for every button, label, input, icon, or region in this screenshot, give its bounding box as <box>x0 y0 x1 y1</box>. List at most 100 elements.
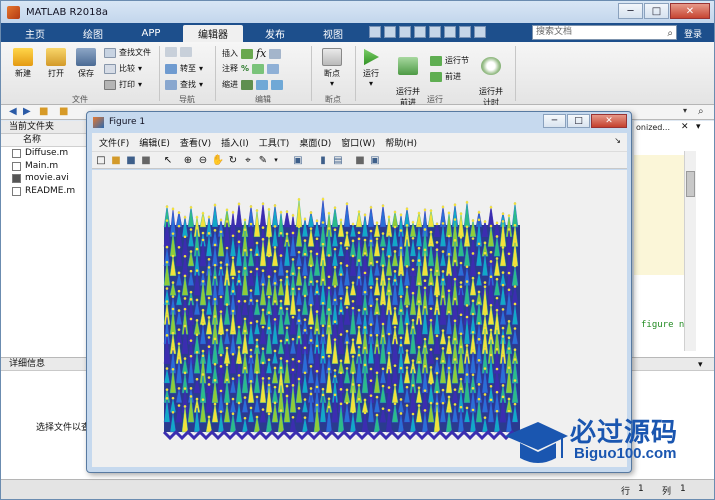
editor-tab-label[interactable]: onized... <box>636 123 670 132</box>
comment-percent-icon[interactable]: % <box>241 64 249 73</box>
comment-uncomment-icon[interactable] <box>267 63 280 74</box>
run-dropdown-icon[interactable]: ▾ <box>359 79 383 88</box>
run-button[interactable]: 运行 ▾ <box>359 46 383 88</box>
goto-button[interactable]: 转至 ▾ <box>165 63 203 74</box>
figure-close-button[interactable]: ✕ <box>591 114 627 128</box>
indent-button[interactable]: 缩进 <box>222 79 283 90</box>
scrollbar-thumb[interactable] <box>686 171 695 197</box>
save-quick-icon[interactable] <box>369 26 381 38</box>
comment-wrap-icon[interactable] <box>252 63 265 74</box>
save-figure-icon[interactable]: ■ <box>125 154 137 166</box>
insert-legend-icon[interactable]: ▤ <box>332 154 344 166</box>
run-section-button[interactable]: 运行节 <box>430 55 469 66</box>
close-editor-icon[interactable]: ✕ <box>681 122 689 132</box>
tab-view[interactable]: 视图 <box>307 25 359 42</box>
nav-back-arrows[interactable] <box>165 47 192 57</box>
open-file-icon[interactable]: ■ <box>110 154 122 166</box>
print-figure-icon[interactable]: ■ <box>140 154 152 166</box>
search-path-icon[interactable]: ⌕ <box>698 106 704 117</box>
breakpoints-button[interactable]: 断点 ▾ <box>317 46 347 88</box>
menu-view[interactable]: 查看(V) <box>180 136 211 149</box>
advance-button[interactable]: 前进 <box>430 71 461 82</box>
menu-desktop[interactable]: 桌面(D) <box>299 136 331 149</box>
maximize-button[interactable]: □ <box>644 3 669 19</box>
back-arrow-icon[interactable]: ◀ <box>9 106 17 117</box>
figure-maximize-button[interactable]: □ <box>567 114 590 128</box>
print-button[interactable]: 打印 ▾ <box>104 79 142 90</box>
compare-dropdown-icon[interactable]: ▾ <box>138 64 142 73</box>
rotate-3d-icon[interactable]: ↻ <box>227 154 239 166</box>
file-item[interactable]: Diffuse.m <box>1 147 88 160</box>
search-docs-input[interactable]: 搜索文档 ⌕ <box>532 25 677 40</box>
code-line[interactable]: figure n <box>641 320 684 330</box>
menu-edit[interactable]: 编辑(E) <box>139 136 170 149</box>
find-button[interactable]: 查找 ▾ <box>165 79 203 90</box>
compare-button[interactable]: 比较 ▾ <box>104 63 142 74</box>
new-figure-icon[interactable]: □ <box>95 154 107 166</box>
tab-home[interactable]: 主页 <box>9 25 61 42</box>
breakpoints-dropdown-icon[interactable]: ▾ <box>317 79 347 88</box>
menu-file[interactable]: 文件(F) <box>99 136 129 149</box>
dock-figure-icon[interactable]: ↘ <box>614 136 621 145</box>
pan-icon[interactable]: ✋ <box>212 154 224 166</box>
find-files-button[interactable]: 查找文件 <box>104 47 151 58</box>
minimize-button[interactable]: ─ <box>618 3 643 19</box>
tab-apps[interactable]: APP <box>125 25 177 42</box>
goto-dropdown-icon[interactable]: ▾ <box>199 64 203 73</box>
browse-folder-icon[interactable]: ■ <box>59 106 68 117</box>
name-column-header[interactable]: 名称 <box>1 134 88 147</box>
surface-peak-tip <box>513 302 517 306</box>
brush-dropdown-icon[interactable]: ▾ <box>270 154 282 166</box>
menu-window[interactable]: 窗口(W) <box>341 136 375 149</box>
menu-help[interactable]: 帮助(H) <box>385 136 417 149</box>
tab-plots[interactable]: 绘图 <box>67 25 119 42</box>
file-item[interactable]: README.m <box>1 185 88 198</box>
new-button[interactable]: 新建 <box>7 46 39 79</box>
indent-increase-icon[interactable] <box>256 79 268 90</box>
data-cursor-icon[interactable]: ⌖ <box>242 154 254 166</box>
go-back-icon <box>165 47 177 57</box>
save-button[interactable]: 保存 <box>71 46 101 79</box>
tab-publish[interactable]: 发布 <box>249 25 301 42</box>
figure-minimize-button[interactable]: ─ <box>543 114 566 128</box>
paste-quick-icon[interactable] <box>414 26 426 38</box>
find-dropdown-icon[interactable]: ▾ <box>199 80 203 89</box>
brush-icon[interactable]: ✎ <box>257 154 269 166</box>
insert-misc-icon[interactable] <box>269 48 282 59</box>
comment-button[interactable]: 注释 % <box>222 63 280 74</box>
insert-button[interactable]: 插入 fx <box>222 47 282 60</box>
hide-plot-tools-icon[interactable]: ■ <box>354 154 366 166</box>
print-dropdown-icon[interactable]: ▾ <box>138 80 142 89</box>
cut-quick-icon[interactable] <box>384 26 396 38</box>
details-options-icon[interactable]: ▾ <box>698 360 703 370</box>
zoom-out-icon[interactable]: ⊖ <box>197 154 209 166</box>
function-fx-icon[interactable]: fx <box>256 47 266 60</box>
login-link[interactable]: 登录 <box>684 27 702 40</box>
show-plot-tools-icon[interactable]: ▣ <box>369 154 381 166</box>
edit-plot-icon[interactable]: ↖ <box>162 154 174 166</box>
editor-scrollbar[interactable] <box>684 151 696 351</box>
file-item[interactable]: movie.avi <box>1 172 88 185</box>
insert-colorbar-icon[interactable]: ▮ <box>317 154 329 166</box>
forward-arrow-icon[interactable]: ▶ <box>23 106 31 117</box>
help-quick-icon[interactable] <box>474 26 486 38</box>
up-folder-icon[interactable]: ■ <box>39 106 48 117</box>
close-button[interactable]: ✕ <box>670 3 710 19</box>
link-plot-icon[interactable]: ▣ <box>292 154 304 166</box>
indent-decrease-icon[interactable] <box>271 79 283 90</box>
search-icon[interactable]: ⌕ <box>667 27 673 40</box>
open-button[interactable]: 打开 <box>41 46 71 79</box>
smart-indent-icon[interactable] <box>241 79 253 90</box>
editor-options-icon[interactable]: ▾ <box>696 122 701 132</box>
redo-quick-icon[interactable] <box>444 26 456 38</box>
file-item[interactable]: Main.m <box>1 160 88 173</box>
copy-quick-icon[interactable] <box>399 26 411 38</box>
zoom-in-icon[interactable]: ⊕ <box>182 154 194 166</box>
tab-editor[interactable]: 编辑器 <box>183 25 243 42</box>
switch-windows-icon[interactable] <box>459 26 471 38</box>
surface-peak-tip <box>435 334 439 338</box>
menu-insert[interactable]: 插入(I) <box>221 136 249 149</box>
menu-tools[interactable]: 工具(T) <box>259 136 290 149</box>
undo-quick-icon[interactable] <box>429 26 441 38</box>
path-dropdown-icon[interactable]: ▾ <box>683 106 687 115</box>
